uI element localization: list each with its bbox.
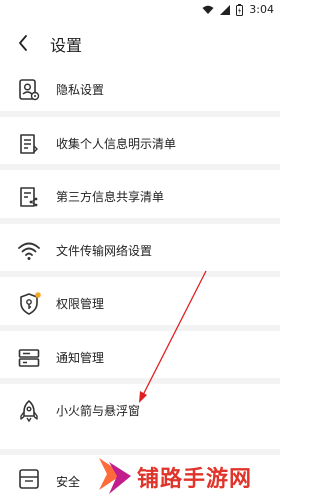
settings-item-label: 文件传输网络设置: [56, 243, 153, 258]
wifi-settings-icon: [18, 242, 40, 260]
chevron-left-icon: [19, 35, 27, 51]
rocket-icon: [20, 400, 38, 423]
privacy-settings-icon: [19, 79, 40, 101]
settings-item-label: 小火箭与悬浮窗: [56, 404, 141, 418]
settings-item-permissions[interactable]: 权限管理: [0, 277, 280, 331]
app-header: 设置: [0, 22, 280, 62]
settings-item-third-party-sharing[interactable]: 第三方信息共享清单: [0, 170, 280, 224]
share-list-icon: [20, 187, 38, 207]
wifi-icon: [202, 5, 214, 14]
settings-item-label: 权限管理: [56, 297, 105, 311]
back-button[interactable]: [12, 32, 34, 54]
status-icons: 3:04: [202, 3, 274, 16]
page-title: 设置: [50, 36, 83, 55]
status-bar: 3:04: [0, 0, 280, 20]
battery-icon: [236, 3, 244, 16]
permission-shield-icon: [20, 292, 41, 315]
notification-icon: [18, 348, 40, 367]
settings-list: 隐私设置 收集个人信息明示清单 第三方信息共享清单 文件传输网络设置 权限管理 …: [0, 63, 280, 438]
security-icon: [19, 469, 39, 489]
status-time: 3:04: [249, 3, 274, 16]
signal-icon: [220, 4, 231, 15]
settings-item-label: 第三方信息共享清单: [56, 190, 165, 204]
watermark: 铺路手游网: [95, 452, 280, 500]
watermark-logo-icon: [99, 458, 131, 494]
settings-item-personal-info-list[interactable]: 收集个人信息明示清单: [0, 117, 280, 170]
settings-item-label: 安全: [56, 475, 81, 489]
settings-item-privacy[interactable]: 隐私设置: [0, 63, 280, 117]
settings-item-label: 通知管理: [56, 350, 105, 365]
document-list-icon: [20, 133, 38, 154]
settings-item-notifications[interactable]: 通知管理: [0, 331, 280, 384]
settings-item-label: 隐私设置: [56, 83, 105, 97]
watermark-text: 铺路手游网: [137, 466, 253, 491]
settings-item-label: 收集个人信息明示清单: [56, 136, 177, 151]
settings-item-rocket-floating-window[interactable]: 小火箭与悬浮窗: [0, 384, 280, 438]
settings-item-file-transfer-network[interactable]: 文件传输网络设置: [0, 224, 280, 277]
